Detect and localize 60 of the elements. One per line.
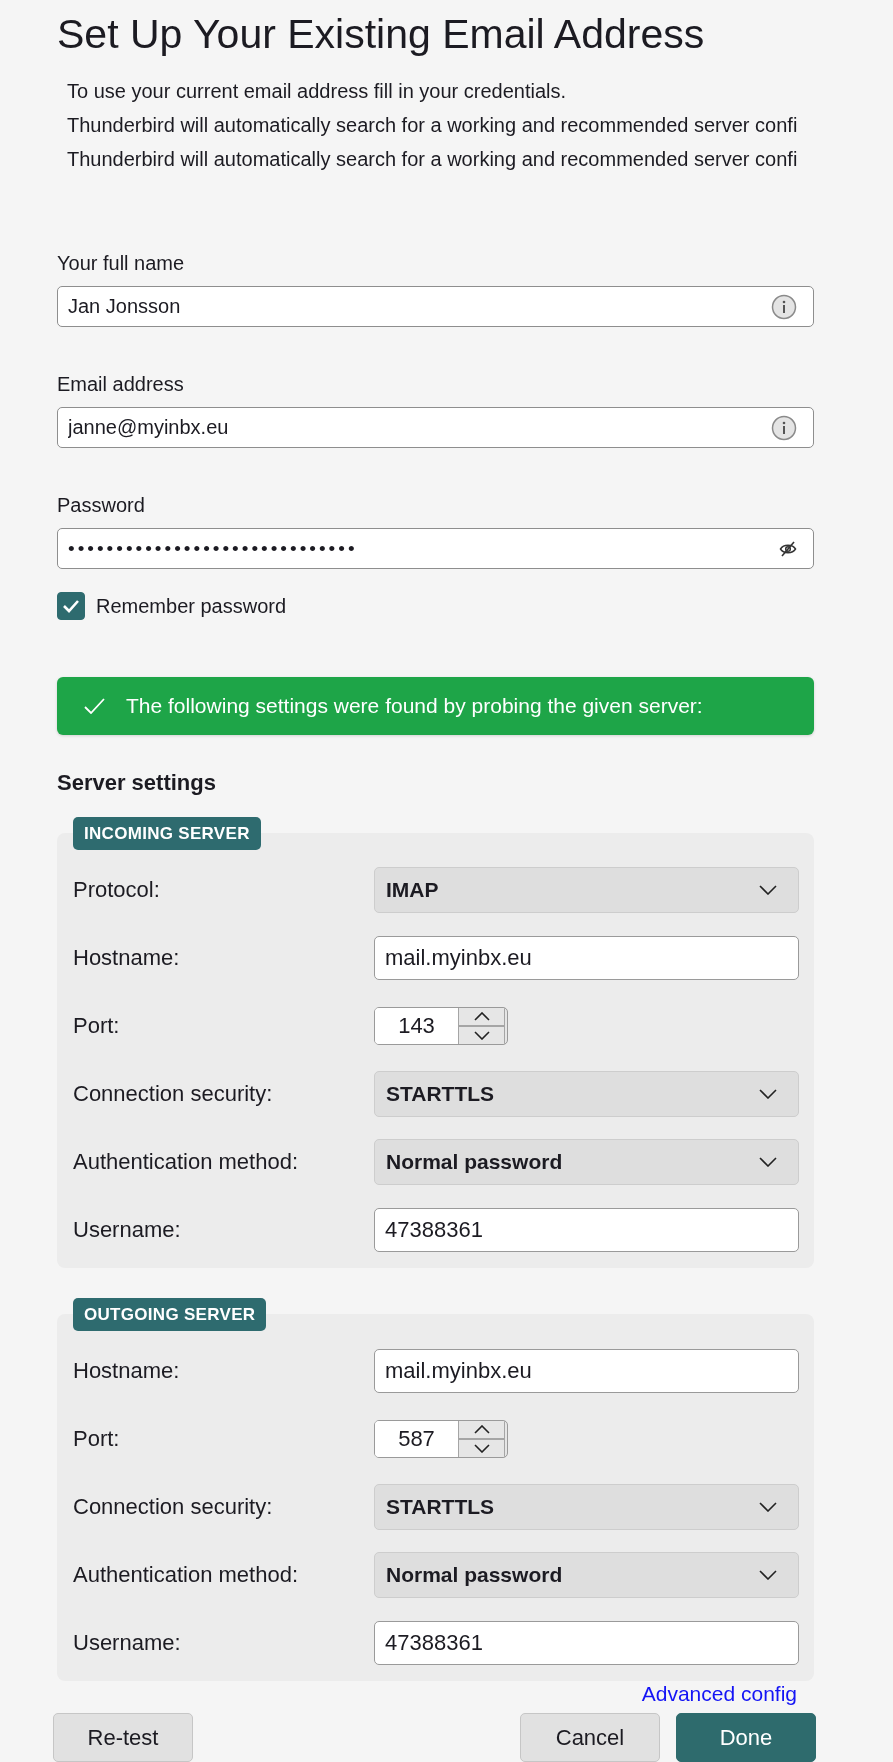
field-label: Protocol: — [73, 877, 160, 903]
field-label: Username: — [73, 1217, 181, 1243]
dialog-button[interactable]: Done — [676, 1713, 816, 1762]
number-field[interactable]: 587 — [375, 1421, 459, 1457]
chevron-down-icon — [759, 1502, 777, 1512]
field-label: Authentication method: — [73, 1149, 299, 1175]
checkmark-icon — [62, 599, 80, 613]
text-field[interactable]: 47388361 — [374, 1621, 799, 1665]
decrement-button[interactable] — [459, 1438, 504, 1457]
field-label: Hostname: — [73, 945, 180, 971]
field-label: Connection security: — [73, 1081, 273, 1107]
checkmark-icon — [84, 698, 105, 714]
section-tag: INCOMING SERVER — [73, 817, 261, 850]
field-label: Password — [57, 494, 145, 516]
info-icon — [771, 414, 797, 441]
intro-text: Thunderbird will automatically search for a working and recommended server confi — [67, 147, 798, 172]
page-title: Set Up Your Existing Email Address — [57, 10, 705, 58]
port-spinner[interactable]: 143 — [374, 1007, 508, 1045]
chevron-down-icon — [473, 1031, 490, 1040]
field-label: Port: — [73, 1013, 120, 1039]
field-label: Port: — [73, 1426, 120, 1452]
text-field[interactable]: janne@myinbx.eu — [57, 407, 814, 448]
text-field[interactable]: 47388361 — [374, 1208, 799, 1252]
dropdown[interactable]: Normal password — [374, 1552, 799, 1598]
info-icon — [771, 293, 797, 320]
advanced-config-link[interactable]: Advanced config — [641, 1683, 797, 1705]
chevron-down-icon — [759, 1089, 777, 1099]
dropdown[interactable]: IMAP — [374, 867, 799, 913]
field-label: Username: — [73, 1630, 181, 1656]
dropdown[interactable]: STARTTLS — [374, 1484, 799, 1530]
chevron-up-icon — [473, 1425, 490, 1434]
chevron-down-icon — [759, 885, 777, 895]
text-field[interactable]: mail.myinbx.eu — [374, 936, 799, 980]
banner-text: The following settings were found by probing the given server: — [126, 694, 703, 718]
field-label: Hostname: — [73, 1358, 180, 1384]
dropdown[interactable]: STARTTLS — [374, 1071, 799, 1117]
port-spinner[interactable]: 587 — [374, 1420, 508, 1458]
field-label: Connection security: — [73, 1494, 273, 1520]
text-field[interactable]: Jan Jonsson — [57, 286, 814, 327]
dropdown[interactable]: Normal password — [374, 1139, 799, 1185]
dialog-button[interactable]: Cancel — [520, 1713, 660, 1762]
chevron-down-icon — [759, 1570, 777, 1580]
decrement-button[interactable] — [459, 1025, 504, 1044]
chevron-down-icon — [473, 1444, 490, 1453]
password-field[interactable]: •••••••••••••••••••••••••••••• — [57, 528, 814, 569]
section-heading: Server settings — [57, 771, 216, 795]
intro-text: To use your current email address fill in your credentials. — [67, 79, 567, 104]
chevron-down-icon — [759, 1157, 777, 1167]
eye-slash-icon[interactable] — [779, 540, 797, 557]
checkbox-label: Remember password — [96, 595, 287, 617]
field-label: Authentication method: — [73, 1562, 299, 1588]
field-label: Your full name — [57, 252, 185, 274]
section-tag: OUTGOING SERVER — [73, 1298, 267, 1331]
field-label: Email address — [57, 373, 184, 395]
chevron-up-icon — [473, 1012, 490, 1021]
dialog-button[interactable]: Re-test — [53, 1713, 193, 1762]
text-field[interactable]: mail.myinbx.eu — [374, 1349, 799, 1393]
intro-text: Thunderbird will automatically search for a working and recommended server confi — [67, 113, 798, 138]
number-field[interactable]: 143 — [375, 1008, 459, 1044]
remember-checkbox[interactable] — [57, 592, 85, 620]
